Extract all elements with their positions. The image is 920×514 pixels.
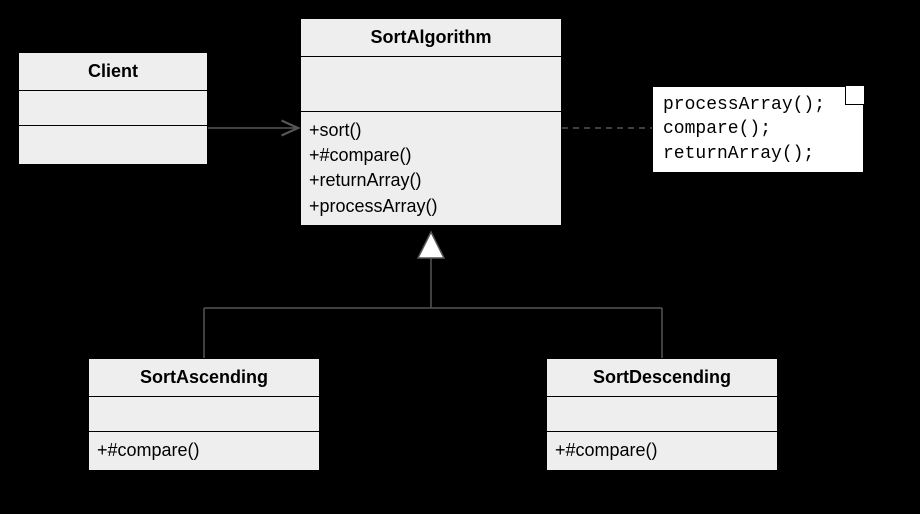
op: +returnArray() (309, 168, 553, 193)
class-client-attrs (19, 91, 207, 126)
uml-note: processArray(); compare(); returnArray()… (652, 86, 864, 173)
generalization-arrowhead (418, 232, 444, 258)
class-sort-ascending-ops: +#compare() (89, 432, 319, 470)
class-client-title: Client (19, 53, 207, 91)
class-sort-ascending-attrs (89, 397, 319, 432)
note-line: returnArray(); (663, 142, 853, 166)
note-line: processArray(); (663, 93, 853, 117)
op: +#compare() (555, 438, 769, 463)
class-sort-descending: SortDescending +#compare() (546, 358, 778, 471)
class-sort-ascending-title: SortAscending (89, 359, 319, 397)
op: +processArray() (309, 194, 553, 219)
class-sort-descending-attrs (547, 397, 777, 432)
note-fold-icon (845, 86, 864, 105)
class-sort-descending-title: SortDescending (547, 359, 777, 397)
op: +#compare() (97, 438, 311, 463)
class-sort-descending-ops: +#compare() (547, 432, 777, 470)
class-sort-algorithm-attrs (301, 57, 561, 112)
note-line: compare(); (663, 117, 853, 141)
class-sort-algorithm-title: SortAlgorithm (301, 19, 561, 57)
class-sort-algorithm-ops: +sort() +#compare() +returnArray() +proc… (301, 112, 561, 225)
class-sort-ascending: SortAscending +#compare() (88, 358, 320, 471)
class-sort-algorithm: SortAlgorithm +sort() +#compare() +retur… (300, 18, 562, 226)
op: +sort() (309, 118, 553, 143)
op: +#compare() (309, 143, 553, 168)
class-client-ops (19, 126, 207, 164)
class-client: Client (18, 52, 208, 165)
